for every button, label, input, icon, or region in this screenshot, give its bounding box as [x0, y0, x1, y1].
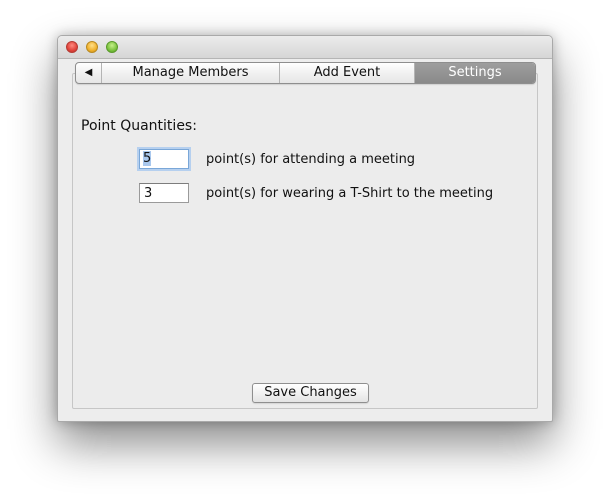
tab-bar: ◀ Manage Members Add Event Settings — [75, 62, 536, 84]
attending-points-label: point(s) for attending a meeting — [206, 152, 416, 167]
title-bar[interactable] — [58, 36, 552, 59]
minimize-window-button[interactable] — [86, 41, 98, 53]
tab-add-event[interactable]: Add Event — [280, 63, 415, 83]
app-window: ◀ Manage Members Add Event Settings Poin… — [57, 35, 553, 422]
tshirt-points-input[interactable] — [139, 183, 189, 203]
triangle-left-icon: ◀ — [84, 67, 93, 78]
tab-scroll-left-button[interactable]: ◀ — [76, 63, 102, 83]
tab-manage-members[interactable]: Manage Members — [102, 63, 280, 83]
zoom-window-button[interactable] — [106, 41, 118, 53]
attending-points-value: 5 — [143, 151, 152, 166]
close-window-button[interactable] — [66, 41, 78, 53]
tshirt-points-label: point(s) for wearing a T-Shirt to the me… — [206, 186, 494, 201]
save-changes-button[interactable]: Save Changes — [252, 383, 369, 403]
tab-label: Manage Members — [132, 65, 249, 80]
tab-settings[interactable]: Settings — [415, 63, 535, 83]
attending-points-input[interactable]: 5 — [139, 149, 189, 169]
section-label-point-quantities: Point Quantities: — [81, 118, 197, 134]
tab-label: Add Event — [313, 65, 381, 80]
tab-label: Settings — [448, 65, 502, 80]
